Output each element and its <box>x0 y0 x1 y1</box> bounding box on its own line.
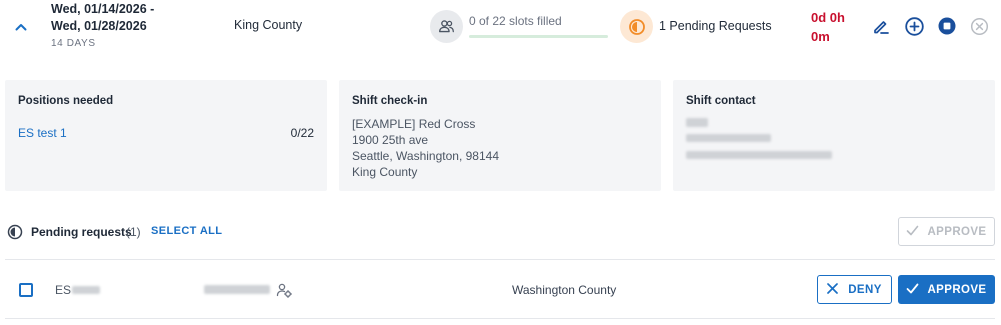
address-line: King County <box>352 165 418 179</box>
people-icon <box>430 10 463 43</box>
timer-minutes: 0m <box>811 29 830 44</box>
redacted-volunteer-name <box>204 285 270 294</box>
close-circle-icon <box>968 15 990 37</box>
redacted-contact-phone <box>686 134 771 142</box>
approve-selected-button[interactable]: APPROVE <box>898 217 995 246</box>
chevron-up-icon[interactable] <box>13 19 29 35</box>
shift-checkin-title: Shift check-in <box>352 95 428 107</box>
position-count: 0/22 <box>290 126 314 140</box>
check-icon <box>906 282 919 298</box>
redacted-position-suffix <box>72 286 100 294</box>
request-position: ES <box>55 283 71 297</box>
shift-checkin-card: Shift check-in [EXAMPLE] Red Cross 1900 … <box>339 80 661 191</box>
redacted-contact-name <box>686 118 708 127</box>
shift-county: King County <box>234 18 303 32</box>
timer-days-hours: 0d 0h <box>811 10 845 25</box>
deny-label: DENY <box>848 283 882 296</box>
shift-contact-card: Shift contact <box>673 80 995 191</box>
check-icon <box>906 224 919 240</box>
address-line: [EXAMPLE] Red Cross <box>352 117 476 131</box>
pending-requests-title: Pending requests <box>31 225 132 239</box>
address-line: Seattle, Washington, 98144 <box>352 149 499 163</box>
close-icon <box>827 282 839 297</box>
shift-contact-title: Shift contact <box>686 95 756 107</box>
plus-circle-icon[interactable] <box>903 15 925 37</box>
checkin-address: [EXAMPLE] Red Cross 1900 25th ave Seattl… <box>352 116 499 180</box>
positions-needed-title: Positions needed <box>18 95 114 107</box>
deny-button[interactable]: DENY <box>817 275 892 304</box>
row-divider <box>5 318 995 319</box>
approve-selected-label: APPROVE <box>927 225 987 238</box>
pencil-icon[interactable] <box>870 15 892 37</box>
countdown-timer: 0d 0h 0m <box>811 8 861 46</box>
redacted-contact-email <box>686 151 832 159</box>
approve-label: APPROVE <box>927 283 987 296</box>
shift-duration: 14 DAYS <box>51 38 96 49</box>
shift-header: Wed, 01/14/2026 - Wed, 01/28/2026 14 DAY… <box>0 0 1001 60</box>
slots-filled-text: 0 of 22 slots filled <box>469 14 562 28</box>
select-all-link[interactable]: SELECT ALL <box>151 225 222 237</box>
slots-progress-bar <box>469 35 608 38</box>
pending-requests-total: (1) <box>126 225 141 239</box>
request-county: Washington County <box>512 283 617 297</box>
half-circle-status-icon <box>7 224 23 240</box>
request-checkbox[interactable] <box>19 283 33 297</box>
half-circle-clock-icon <box>620 10 653 43</box>
person-settings-icon[interactable] <box>276 282 292 298</box>
positions-needed-card: Positions needed ES test 1 0/22 <box>5 80 327 191</box>
address-line: 1900 25th ave <box>352 133 429 147</box>
pending-requests-count: 1 Pending Requests <box>659 19 772 33</box>
shift-date-range: Wed, 01/14/2026 - Wed, 01/28/2026 <box>51 2 155 33</box>
stop-circle-icon[interactable] <box>936 15 958 37</box>
position-link[interactable]: ES test 1 <box>18 126 67 140</box>
approve-button[interactable]: APPROVE <box>898 275 995 304</box>
row-divider <box>5 259 995 260</box>
request-position-prefix: ES <box>55 283 72 297</box>
